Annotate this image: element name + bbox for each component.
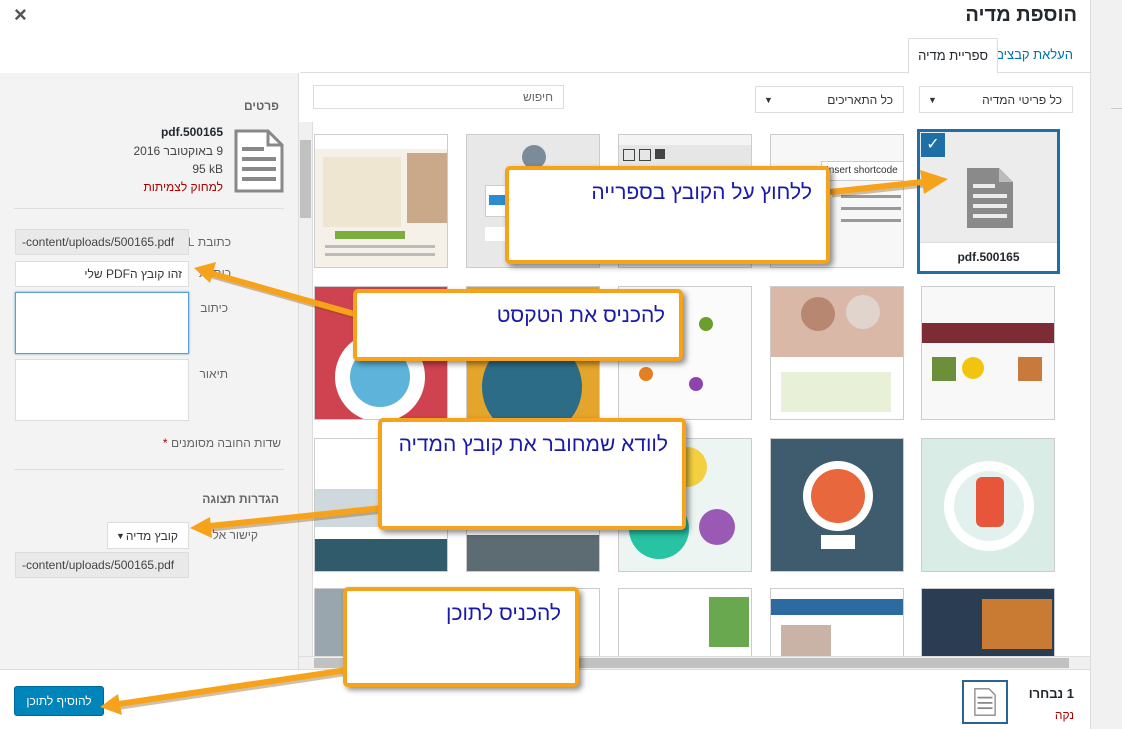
arrow-link-media	[199, 505, 383, 530]
callout-insert-content: להכניס לתוכן	[343, 587, 579, 687]
arrow-insert	[111, 667, 348, 708]
arrowhead	[190, 517, 212, 538]
arrowhead	[920, 170, 948, 194]
arrowhead	[100, 694, 122, 715]
callout-click-file: ללחוץ על הקובץ בספרייה	[505, 166, 830, 264]
arrowhead	[194, 262, 216, 283]
callout-ensure-linked: לוודא שמחובר את קובץ המדיה	[378, 418, 686, 530]
arrow-enter-text	[209, 270, 359, 318]
callout-enter-text: להכניס את הטקסט	[353, 289, 683, 361]
